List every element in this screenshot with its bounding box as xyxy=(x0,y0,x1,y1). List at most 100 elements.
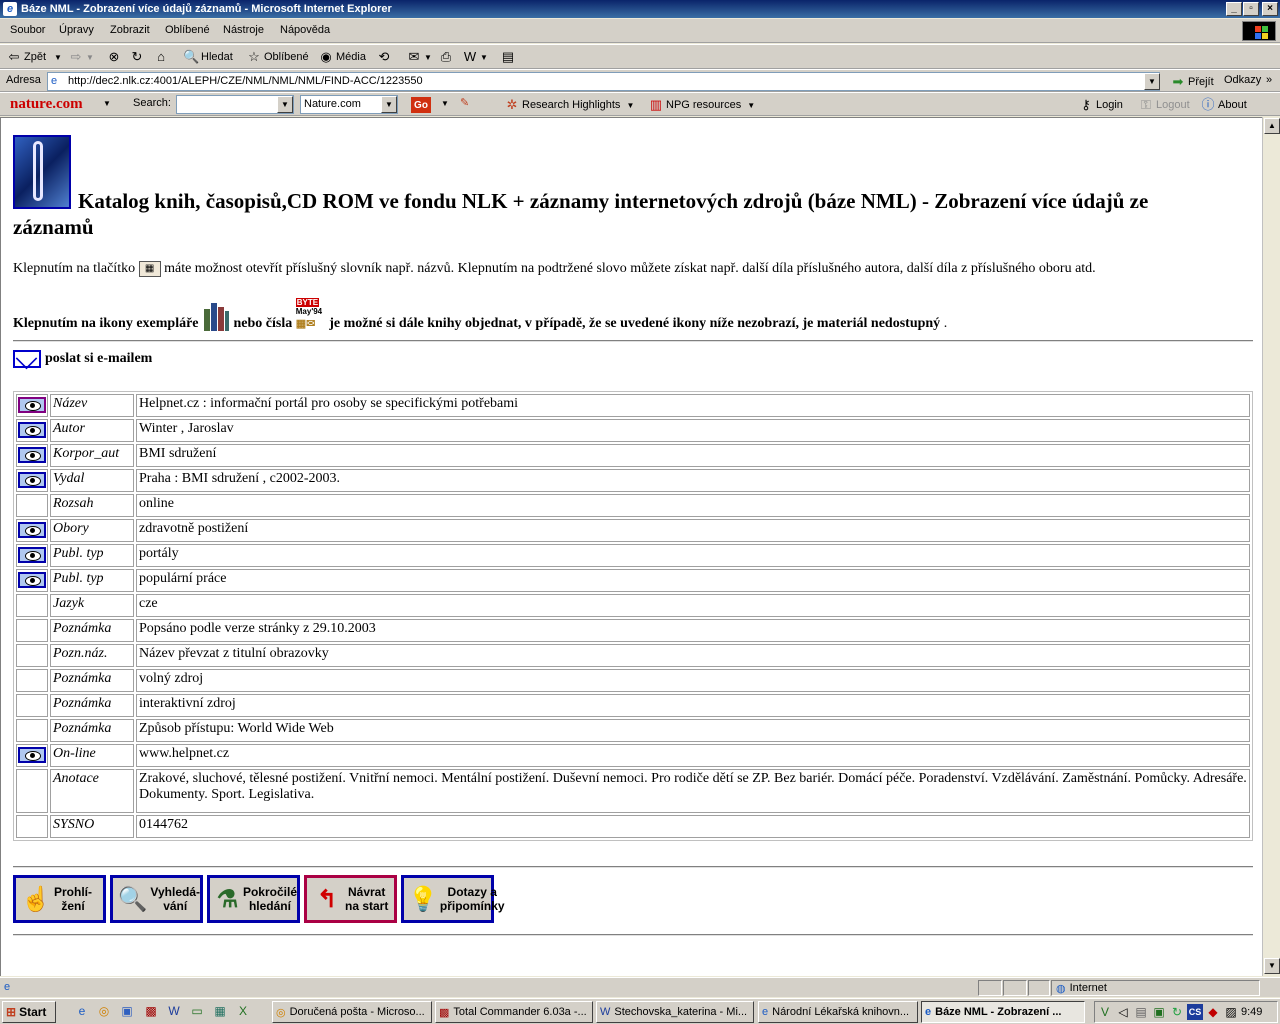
ie-quicklaunch-icon[interactable]: e xyxy=(74,1003,90,1019)
nature-logo[interactable]: nature.com xyxy=(10,96,83,113)
index-button-cell[interactable] xyxy=(16,394,48,417)
scope-dropdown-button[interactable]: ▼ xyxy=(381,96,397,113)
login-button[interactable]: ⚷ Login xyxy=(1078,97,1123,113)
highlighter-icon[interactable]: ✎ xyxy=(460,96,469,109)
volume-icon[interactable]: ◁ xyxy=(1115,1004,1131,1020)
language-indicator[interactable]: CS xyxy=(1187,1004,1203,1020)
windows-logo-icon xyxy=(1242,21,1276,41)
index-button-cell[interactable] xyxy=(16,519,48,542)
refresh-button[interactable]: ↻ xyxy=(129,49,147,65)
table-row: Poznámka interaktivní zdroj xyxy=(16,694,1250,717)
index-button-cell[interactable] xyxy=(16,444,48,467)
eye-icon[interactable] xyxy=(18,422,46,438)
search-dropdown-button[interactable]: ▼ xyxy=(277,96,293,113)
save-icon[interactable]: ▩ xyxy=(143,1003,159,1019)
eye-icon[interactable] xyxy=(18,747,46,763)
task-ie-baze-nml[interactable]: e Báze NML - Zobrazení ... xyxy=(921,1001,1085,1023)
chevron-down-icon[interactable]: ▼ xyxy=(441,99,449,108)
research-highlights-button[interactable]: ✲ Research Highlights ▼ xyxy=(504,97,635,113)
links-button[interactable]: Odkazy xyxy=(1224,74,1261,86)
search-page-button[interactable]: 🔍 Vyhledá-vání xyxy=(110,875,203,923)
maximize-button[interactable]: ▫ xyxy=(1243,2,1259,16)
npg-resources-button[interactable]: ▥ NPG resources ▼ xyxy=(648,97,755,113)
eye-icon[interactable] xyxy=(18,472,46,488)
chevron-down-icon[interactable]: ▼ xyxy=(103,99,111,108)
email-link[interactable]: poslat si e-mailem xyxy=(13,350,152,368)
stop-button[interactable]: ⊗ xyxy=(106,49,124,65)
tray-app-icon[interactable]: ▣ xyxy=(1151,1004,1167,1020)
return-to-start-button[interactable]: ↰ Návrat na start xyxy=(304,875,397,923)
advanced-search-button[interactable]: ⚗ Pokročilé hledání xyxy=(207,875,300,923)
close-button[interactable]: × xyxy=(1262,2,1278,16)
address-dropdown-button[interactable]: ▼ xyxy=(1144,73,1160,90)
excel-icon[interactable]: X xyxy=(235,1003,251,1019)
antivirus-icon[interactable]: V xyxy=(1097,1004,1113,1020)
magnifier-icon: 🔍 xyxy=(117,885,148,913)
menu-oblibene[interactable]: Oblíbené xyxy=(165,24,210,36)
address-input[interactable]: e http://dec2.nlk.cz:4001/ALEPH/CZE/NML/… xyxy=(47,72,1160,91)
favorites-button[interactable]: ☆ Oblíbené xyxy=(246,49,308,65)
feedback-button[interactable]: 💡 Dotazy a připomínky xyxy=(401,875,505,923)
field-label: Vydal xyxy=(50,469,134,492)
eye-icon[interactable] xyxy=(18,397,46,413)
refresh-tray-icon[interactable]: ↻ xyxy=(1169,1004,1185,1020)
menu-napoveda[interactable]: Nápověda xyxy=(280,24,330,36)
taskbar: ⊞ Start e ◎ ▣ ▩ W ▭ ▦ X ◎ Doručená pošta -… xyxy=(0,998,1280,1024)
index-button-cell[interactable] xyxy=(16,544,48,567)
tray-app2-icon[interactable]: ◆ xyxy=(1205,1004,1221,1020)
chevron-right-icon[interactable]: » xyxy=(1266,74,1272,86)
vertical-scrollbar[interactable]: ▲ ▼ xyxy=(1262,117,1280,976)
about-button[interactable]: ⓘ About xyxy=(1200,97,1246,113)
history-button[interactable]: ⟲ xyxy=(376,49,394,65)
task-ie-nlk[interactable]: e Národní Lékařská knihovn... xyxy=(758,1001,918,1023)
index-button-cell[interactable] xyxy=(16,569,48,592)
eye-icon[interactable] xyxy=(18,572,46,588)
minimize-button[interactable]: _ xyxy=(1226,2,1242,16)
edit-button[interactable]: W ▼ xyxy=(462,49,488,65)
index-button-cell[interactable] xyxy=(16,469,48,492)
eye-icon[interactable] xyxy=(18,547,46,563)
hand-icon: ☝ xyxy=(21,885,51,913)
index-button-cell xyxy=(16,494,48,517)
menu-zobrazit[interactable]: Zobrazit xyxy=(110,24,150,36)
table-row: On-line www.helpnet.cz xyxy=(16,744,1250,767)
search-button[interactable]: 🔍 Hledat xyxy=(183,49,233,65)
index-button-cell[interactable] xyxy=(16,419,48,442)
field-label: Rozsah xyxy=(50,494,134,517)
help-text-order: Klepnutím na ikony exempláře nebo čísla … xyxy=(13,297,948,331)
forward-button[interactable]: ⇨ ▼ xyxy=(68,49,94,65)
calculator-icon[interactable]: ▦ xyxy=(212,1003,228,1019)
mail-button[interactable]: ✉ ▼ xyxy=(406,49,432,65)
tray-app3-icon[interactable]: ▨ xyxy=(1223,1004,1239,1020)
field-value: Zrakové, sluchové, tělesné postižení. Vn… xyxy=(136,769,1250,813)
field-label: Anotace xyxy=(50,769,134,813)
star-icon: ☆ xyxy=(248,49,260,64)
nature-go-button[interactable]: Go xyxy=(411,97,431,113)
menu-soubor[interactable]: Soubor xyxy=(10,24,45,36)
menu-nastroje[interactable]: Nástroje xyxy=(223,24,264,36)
eye-icon[interactable] xyxy=(18,522,46,538)
index-button-cell[interactable] xyxy=(16,744,48,767)
eye-icon[interactable] xyxy=(18,447,46,463)
task-total-commander[interactable]: ▩ Total Commander 6.03a -... xyxy=(435,1001,593,1023)
terminal-icon[interactable]: ▭ xyxy=(189,1003,205,1019)
media-button[interactable]: ◉ Média xyxy=(318,49,366,65)
outlook-icon[interactable]: ◎ xyxy=(96,1003,112,1019)
scroll-up-icon[interactable]: ▲ xyxy=(1264,118,1280,134)
start-button[interactable]: ⊞ Start xyxy=(2,1001,56,1023)
logout-button[interactable]: ⚿ Logout xyxy=(1138,97,1190,113)
go-button[interactable]: ➡ Přejít xyxy=(1170,74,1214,90)
desktop-icon[interactable]: ▣ xyxy=(119,1003,135,1019)
print-button[interactable]: ⎙ xyxy=(438,49,456,65)
discuss-button[interactable]: ▤ xyxy=(500,49,518,65)
home-button[interactable]: ⌂ xyxy=(153,49,171,65)
browse-button[interactable]: ☝ Prohlí-žení xyxy=(13,875,106,923)
network-icon[interactable]: ▤ xyxy=(1133,1004,1149,1020)
word-icon[interactable]: W xyxy=(166,1003,182,1019)
task-word[interactable]: W Stechovska_katerina - Mi... xyxy=(596,1001,754,1023)
task-outlook[interactable]: ◎ Doručená pošta - Microso... xyxy=(272,1001,432,1023)
back-button[interactable]: ⇦ Zpět ▼ xyxy=(6,49,62,65)
table-row: Název Helpnet.cz : informační portál pro … xyxy=(16,394,1250,417)
menu-upravy[interactable]: Úpravy xyxy=(59,24,94,36)
scroll-down-icon[interactable]: ▼ xyxy=(1264,958,1280,974)
